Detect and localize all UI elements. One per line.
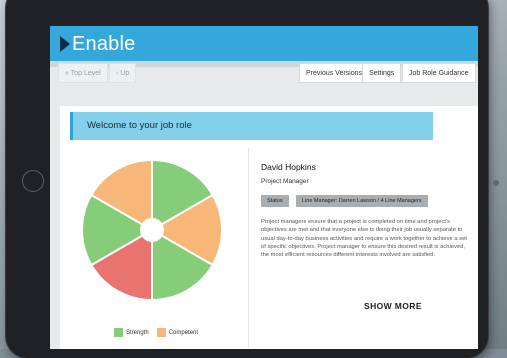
tablet-camera (493, 180, 499, 186)
legend-swatch (156, 328, 166, 337)
legend-label: Strength (126, 329, 149, 336)
top-level-button[interactable]: « Top Level (58, 63, 108, 83)
up-button[interactable]: ‹ Up (109, 63, 137, 83)
legend-item-strength: Strength (114, 328, 149, 337)
previous-versions-button[interactable]: Previous Versions (299, 63, 370, 83)
app-title: Enable (72, 32, 136, 55)
app-screen: Enable « Top Level ‹ Up Previous Version… (50, 26, 478, 349)
chart-legend: Strength Competent (114, 328, 206, 337)
legend-label: Competent (168, 329, 199, 336)
pie-center-hole (140, 218, 164, 242)
job-role-guidance-button[interactable]: Job Role Guidance (402, 63, 476, 83)
competency-pie-chart (81, 158, 223, 302)
panel-divider (248, 148, 249, 348)
settings-button[interactable]: Settings (362, 63, 402, 83)
tablet-home-button (22, 170, 44, 192)
legend-item-competent: Competent (156, 328, 199, 337)
play-triangle-icon (60, 36, 70, 52)
employee-role: Project Manager (261, 178, 309, 185)
show-more-button[interactable]: SHOW MORE (364, 301, 422, 311)
app-logo[interactable]: Enable (60, 33, 135, 55)
app-header: Enable (50, 26, 478, 61)
welcome-banner: Welcome to your job role (70, 112, 433, 140)
role-description: Project managers ensure that a project i… (261, 219, 467, 259)
legend-swatch (114, 328, 123, 337)
line-manager-tag[interactable]: Line Manager: Darren Lawson / 4 Line Man… (296, 195, 428, 207)
employee-name: David Hopkins (261, 162, 316, 172)
status-tag[interactable]: Status (261, 195, 289, 207)
